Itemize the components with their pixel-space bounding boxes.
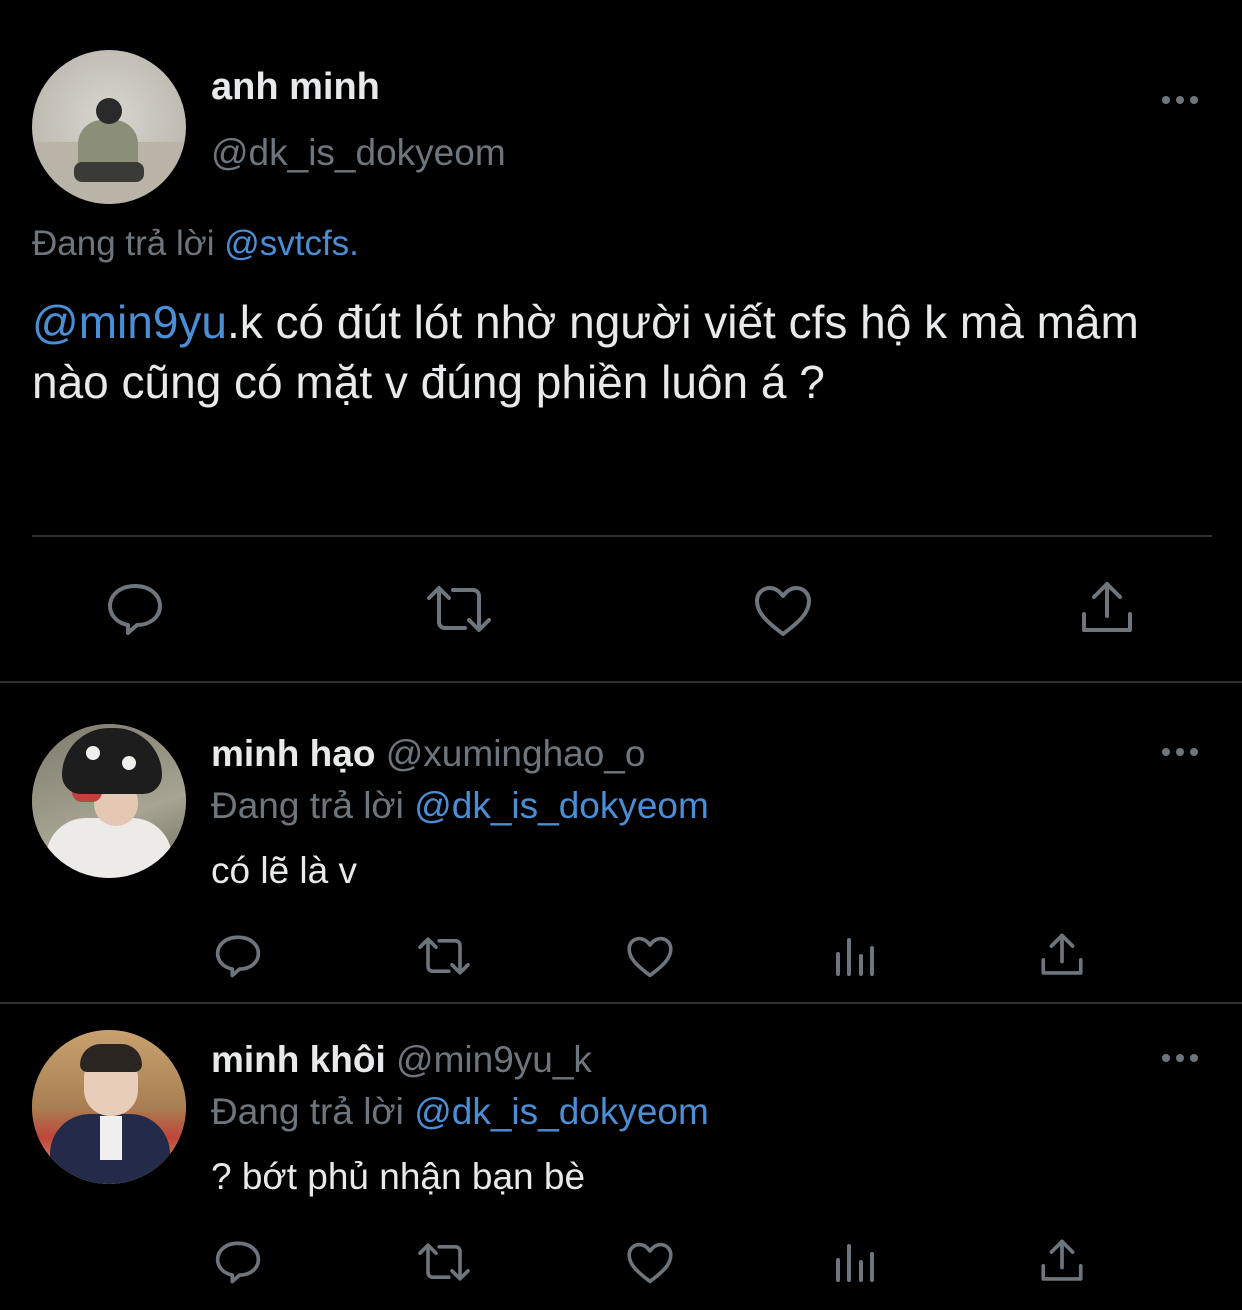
reply-text: ? bớt phủ nhận bạn bè — [211, 1156, 586, 1197]
main-tweet: anh minh @dk_is_dokyeom Đang trả lời @sv… — [0, 0, 1242, 680]
avatar[interactable] — [32, 1030, 186, 1184]
retweet-button[interactable] — [416, 936, 472, 976]
divider — [32, 535, 1212, 537]
reply-button[interactable] — [106, 582, 164, 636]
like-icon — [755, 586, 811, 636]
divider — [0, 681, 1242, 683]
retweet-icon — [427, 586, 491, 632]
author-handle[interactable]: @dk_is_dokyeom — [211, 132, 506, 174]
author-handle[interactable]: @xuminghao_o — [386, 733, 646, 774]
share-button[interactable] — [1040, 932, 1084, 978]
more-options-icon[interactable] — [1160, 1051, 1200, 1063]
retweet-icon — [418, 937, 470, 975]
share-icon — [1041, 933, 1083, 975]
author-name[interactable]: minh khôi — [211, 1039, 386, 1080]
replying-prefix: Đang trả lời — [211, 1091, 404, 1132]
retweet-button[interactable] — [425, 584, 493, 634]
reply-button[interactable] — [214, 934, 262, 978]
reply-icon — [215, 1241, 261, 1284]
like-icon — [627, 936, 673, 978]
reply-text: có lẽ là v — [211, 850, 358, 891]
reply-icon — [108, 584, 162, 635]
tweet-thread: anh minh @dk_is_dokyeom Đang trả lời @sv… — [0, 0, 1242, 1310]
analytics-icon — [836, 1244, 874, 1282]
analytics-icon — [836, 938, 874, 976]
reply-icon — [215, 935, 261, 978]
replying-to-link[interactable]: @dk_is_dokyeom — [414, 1091, 709, 1132]
reply-header: minh khôi @min9yu_k — [211, 1039, 592, 1081]
tweet-text: @min9yu.k có đút lót nhờ người viết cfs … — [32, 292, 1212, 412]
more-options-icon[interactable] — [1160, 93, 1200, 105]
reply-header: minh hạo @xuminghao_o — [211, 733, 645, 775]
analytics-button[interactable] — [834, 934, 878, 976]
retweet-icon — [418, 1243, 470, 1281]
author-name[interactable]: minh hạo — [211, 733, 375, 774]
retweet-button[interactable] — [416, 1242, 472, 1282]
avatar[interactable] — [32, 50, 186, 204]
like-button[interactable] — [626, 935, 674, 979]
share-icon — [1082, 582, 1132, 632]
author-name[interactable]: anh minh — [211, 66, 380, 109]
replying-prefix: Đang trả lời — [32, 224, 215, 263]
like-icon — [627, 1242, 673, 1284]
share-button[interactable] — [1080, 580, 1134, 636]
replying-prefix: Đang trả lời — [211, 785, 404, 826]
analytics-button[interactable] — [834, 1240, 878, 1282]
reply-button[interactable] — [214, 1240, 262, 1284]
replying-to-link[interactable]: @svtcfs. — [224, 224, 359, 263]
divider — [0, 1002, 1242, 1004]
replying-to: Đang trả lời @svtcfs. — [32, 224, 359, 264]
like-button[interactable] — [626, 1241, 674, 1285]
replying-to: Đang trả lời @dk_is_dokyeom — [211, 785, 709, 827]
author-handle[interactable]: @min9yu_k — [396, 1039, 592, 1080]
replying-to-link[interactable]: @dk_is_dokyeom — [414, 785, 709, 826]
mention-link[interactable]: @min9yu — [32, 296, 227, 348]
more-options-icon[interactable] — [1160, 745, 1200, 757]
share-icon — [1041, 1239, 1083, 1281]
avatar[interactable] — [32, 724, 186, 878]
replying-to: Đang trả lời @dk_is_dokyeom — [211, 1091, 709, 1133]
share-button[interactable] — [1040, 1238, 1084, 1284]
like-button[interactable] — [753, 584, 813, 638]
